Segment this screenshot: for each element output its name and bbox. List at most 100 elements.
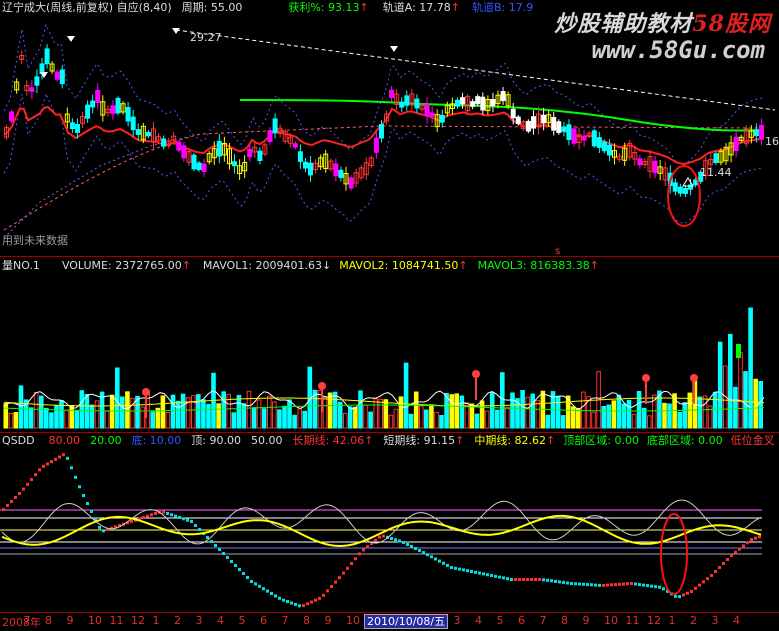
long-term-dot	[298, 604, 301, 608]
axis-tick: 7	[23, 614, 31, 627]
volume-bar	[758, 381, 764, 429]
long-term-dot	[522, 578, 525, 581]
volume-bar	[201, 399, 206, 429]
volume-bar	[28, 407, 34, 429]
volume-bar	[601, 406, 607, 429]
long-term-dot	[410, 545, 413, 548]
long-term-dot	[254, 582, 257, 586]
candle	[267, 130, 273, 142]
profit-label: 获利%: 93.13	[288, 1, 360, 14]
volume-bar	[621, 403, 627, 429]
price-title[interactable]: 辽宁成大(周线,前复权) 自应(8,40)	[2, 0, 172, 16]
signal-dot-icon	[642, 374, 650, 382]
long-term-dot	[602, 583, 605, 587]
qsdd-bottom: 底: 10.00	[131, 434, 182, 447]
long-term-dot	[246, 576, 249, 579]
long-term-dot	[186, 518, 189, 522]
qsdd-mid-line: 中期线: 82.62	[474, 434, 547, 447]
long-term-dot	[542, 578, 545, 582]
volume-bar	[535, 400, 541, 429]
long-term-dot	[434, 557, 437, 561]
long-term-dot	[210, 540, 213, 543]
long-term-dot	[78, 485, 81, 489]
long-term-dot	[586, 583, 589, 587]
candle	[232, 161, 237, 167]
axis-tick: 7	[539, 614, 547, 627]
long-term-dot	[538, 578, 541, 581]
volume-bar	[439, 415, 444, 429]
volume-bar	[89, 404, 95, 429]
selected-date[interactable]: 2010/10/08/五	[364, 614, 449, 629]
volume-header: 量NO.1 VOLUME: 2372765.00 ↑ MAVOL1: 20094…	[0, 258, 599, 274]
long-term-dot	[42, 464, 45, 468]
long-term-dot	[214, 544, 217, 547]
volume-bar	[246, 390, 252, 429]
volume-bar	[419, 405, 424, 429]
long-term-dot	[546, 578, 549, 582]
candle	[551, 117, 557, 131]
long-term-dot	[222, 552, 225, 555]
candle	[455, 99, 460, 107]
volume-highlight	[736, 344, 741, 358]
long-term-dot	[406, 543, 409, 546]
time-axis[interactable]: 2008年78910111212345678910111212345678910…	[0, 612, 779, 631]
long-term-dot	[742, 544, 745, 548]
long-term-dot	[638, 583, 641, 587]
long-term-dot	[526, 578, 529, 581]
long-term-dot	[306, 602, 309, 606]
volume-bar	[13, 412, 19, 429]
volume-bar	[728, 333, 733, 429]
volume-bar	[495, 409, 500, 429]
axis-tick: 8	[561, 614, 568, 627]
long-term-dot	[466, 569, 469, 573]
long-term-dot	[346, 566, 349, 570]
long-term-dot	[438, 559, 441, 563]
candle	[424, 104, 430, 117]
long-term-dot	[722, 562, 725, 565]
axis-tick: 3	[453, 614, 461, 627]
candle	[196, 162, 202, 171]
price-chart[interactable]: s	[0, 16, 779, 256]
axis-tick: 2008年	[2, 616, 41, 629]
volume-chart[interactable]	[0, 274, 779, 432]
volume-title[interactable]: 量NO.1	[2, 258, 40, 274]
volume-bar	[429, 404, 434, 429]
axis-tick: 1	[668, 614, 676, 627]
volume-bar	[636, 391, 642, 429]
long-term-dot	[354, 557, 357, 561]
qsdd-long: 长期线: 42.06	[292, 434, 365, 447]
candle	[652, 160, 658, 174]
axis-tick: 11	[625, 614, 640, 627]
period-label: 周期: 55.00	[181, 1, 243, 14]
volume-bar	[474, 413, 480, 429]
qsdd-title[interactable]: QSDD	[2, 433, 35, 449]
axis-tick: 8	[45, 614, 52, 627]
long-term-dot	[718, 566, 721, 569]
candle	[181, 145, 187, 159]
volume-bar	[277, 409, 282, 429]
long-term-dot	[446, 563, 449, 567]
long-term-dot	[18, 492, 21, 495]
volume-bar	[272, 401, 277, 429]
candle	[556, 121, 562, 133]
long-term-dot	[98, 526, 101, 529]
long-term-dot	[374, 538, 377, 542]
candle	[297, 151, 303, 162]
volume-bar	[125, 391, 130, 429]
long-term-dot	[654, 585, 657, 589]
volume-bar	[256, 399, 262, 429]
qsdd-chart[interactable]	[0, 450, 779, 612]
candle	[272, 118, 278, 134]
long-term-dot	[706, 577, 709, 581]
long-term-dot	[550, 579, 553, 583]
candle	[399, 101, 405, 108]
long-term-dot	[38, 468, 41, 472]
volume-bar	[626, 399, 632, 429]
candle	[34, 76, 40, 86]
long-term-dot	[54, 457, 57, 461]
candle	[404, 95, 410, 106]
volume-bar	[576, 408, 581, 429]
axis-tick: 5	[238, 614, 246, 627]
volume-bar	[140, 406, 145, 429]
candle	[596, 137, 602, 148]
